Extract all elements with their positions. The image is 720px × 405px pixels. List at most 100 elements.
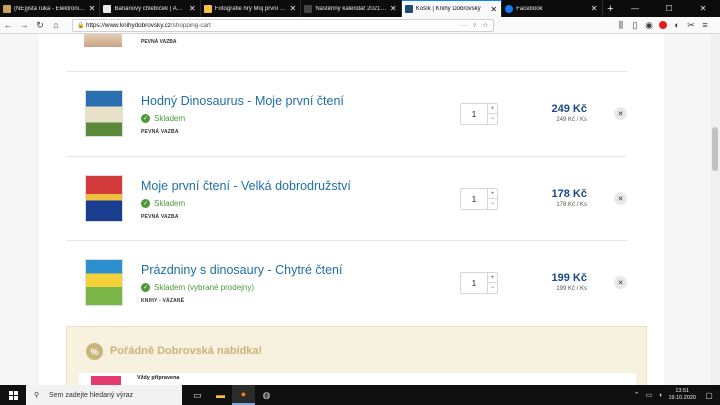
product-cover[interactable] (85, 259, 123, 306)
search-icon: ⚲ (34, 392, 40, 399)
product-name-link[interactable]: Moje první čtení - Velká dobrodružství (141, 179, 351, 193)
hamburger-menu-icon[interactable]: ≡ (698, 17, 712, 34)
network-icon[interactable]: ▭ (646, 391, 653, 399)
quantity-stepper: 1 + − (460, 103, 498, 125)
offer-product-title[interactable]: Vždy připravena (137, 375, 180, 381)
quantity-input[interactable]: 1 (461, 104, 487, 124)
close-window-icon[interactable]: ✕ (686, 0, 720, 17)
unit-price: 178 Kč / Ks (556, 202, 587, 208)
task-view-icon[interactable]: ▭ (186, 385, 209, 405)
taskbar-clock[interactable]: 13:51 19.10.2020 (668, 388, 696, 402)
tab-favicon-icon (203, 4, 212, 13)
maximize-icon[interactable]: ☐ (652, 0, 686, 17)
volume-icon[interactable]: ◖ (658, 392, 662, 399)
account-icon[interactable]: ◉ (642, 17, 656, 34)
product-cover-partial[interactable] (84, 34, 122, 47)
windows-taskbar: ⚲ Sem zadejte hledaný výraz ▭ ▬ ● ◍ ⌃ ▭ … (0, 385, 720, 405)
tab-close-icon[interactable]: ✕ (188, 4, 197, 13)
tab-title: Fotografie hry Můj první Oveč (214, 5, 287, 12)
increment-button[interactable]: + (487, 273, 497, 283)
browser-tab[interactable]: Nástěnný kalendář 2021 - Chao ✕ (301, 0, 402, 17)
browser-tab[interactable]: (NE)jistá ruka - Elektronická ko ✕ (0, 0, 101, 17)
tab-title: Nástěnný kalendář 2021 - Chao (315, 5, 386, 12)
scrollbar-thumb[interactable] (712, 127, 718, 171)
screenshot-icon[interactable]: ✂ (684, 17, 698, 34)
decrement-button[interactable]: − (487, 283, 497, 293)
tab-close-icon[interactable]: ✕ (288, 4, 297, 13)
quantity-input[interactable]: 1 (461, 273, 487, 293)
tab-close-icon[interactable]: ✕ (590, 4, 599, 13)
address-bar[interactable]: 🔒 https://www.knihydobrovsky.cz /shoppin… (72, 18, 494, 32)
taskbar-search-box[interactable]: ⚲ Sem zadejte hledaný výraz (26, 385, 182, 405)
product-name-link[interactable]: Hodný Dinosaurus - Moje první čtení (141, 94, 344, 108)
firefox-icon[interactable]: ● (232, 385, 255, 405)
toolbar-icons: ⫼ ▯ ◉ ◐ ✂ ≡ (614, 17, 720, 34)
url-path: /shopping-cart (170, 21, 211, 29)
quantity-stepper: 1 + − (460, 272, 498, 294)
increment-button[interactable]: + (487, 104, 497, 114)
browser-tab[interactable]: Banánový chlebíček | Apetitoni ✕ (100, 0, 201, 17)
product-cover[interactable] (85, 90, 123, 137)
cart-item: Prázdniny s dinosaury - Chytré čtení ✓ S… (39, 241, 664, 325)
home-icon[interactable]: ⌂ (48, 17, 64, 34)
library-icon[interactable]: ⫼ (614, 17, 628, 34)
stock-status: ✓ Skladem (141, 114, 185, 123)
line-total-price: 178 Kč (551, 188, 587, 200)
remove-item-button[interactable]: ✕ (614, 107, 627, 120)
tab-title: Košík | Knihy Dobrovský (415, 6, 481, 12)
unit-price: 249 Kč / Ks (556, 117, 587, 123)
minimize-icon[interactable]: — (618, 0, 652, 17)
sidebar-icon[interactable]: ▯ (628, 17, 642, 34)
quantity-stepper: 1 + − (460, 188, 498, 210)
page-actions-icon[interactable]: ··· (461, 22, 467, 29)
tab-close-icon[interactable]: ✕ (389, 4, 398, 13)
tab-title: (NE)jistá ruka - Elektronická ko (14, 5, 86, 12)
tray-chevron-icon[interactable]: ⌃ (634, 391, 640, 399)
browser-tab[interactable]: Facebook ✕ (502, 0, 603, 17)
increment-button[interactable]: + (487, 189, 497, 199)
product-name-link[interactable]: Prázdniny s dinosaury - Chytré čtení (141, 263, 342, 277)
tab-favicon-icon (103, 4, 112, 13)
stock-label: Skladem (vybrané prodejny) (154, 283, 255, 292)
file-explorer-icon[interactable]: ▬ (209, 385, 232, 405)
product-binding: PEVNÁ VAZBA (141, 214, 179, 220)
forward-arrow-icon[interactable]: → (16, 17, 32, 34)
notification-icon[interactable]: ▢ (702, 385, 716, 405)
tab-favicon-icon (3, 4, 11, 13)
page-scrollbar[interactable] (710, 34, 720, 385)
bookmark-star-icon[interactable]: ☆ (482, 22, 488, 29)
stock-status: ✓ Skladem (141, 199, 185, 208)
browser-tab-active[interactable]: Košík | Knihy Dobrovský ✕ (401, 0, 503, 17)
remove-item-button[interactable]: ✕ (614, 192, 627, 205)
pocket-icon[interactable]: ▿ (473, 22, 476, 29)
offer-heading: Pořádně Dobrovská nabídka! (110, 345, 263, 357)
clock-time: 13:51 (675, 388, 690, 394)
decrement-button[interactable]: − (487, 199, 497, 209)
remove-item-button[interactable]: ✕ (614, 276, 627, 289)
url-host: https://www.knihydobrovsky.cz (86, 21, 171, 29)
offer-product-cover[interactable] (91, 376, 121, 385)
product-binding: PEVNÁ VAZBA (141, 39, 177, 45)
tab-close-icon[interactable]: ✕ (87, 4, 96, 13)
browser-tab[interactable]: Fotografie hry Můj první Oveč ✕ (201, 0, 302, 17)
check-icon: ✓ (141, 283, 150, 292)
pinterest-icon[interactable] (656, 17, 670, 34)
start-button[interactable] (0, 385, 26, 405)
tab-close-icon[interactable]: ✕ (489, 5, 498, 14)
stock-label: Skladem (154, 199, 186, 208)
unit-price: 199 Kč / Ks (556, 286, 587, 292)
tab-title: Facebook (516, 5, 543, 12)
new-tab-button[interactable]: + (603, 0, 618, 17)
reload-icon[interactable]: ↻ (32, 17, 48, 34)
extension-icon[interactable]: ◐ (670, 17, 684, 34)
cart-page: PEVNÁ VAZBA Hodný Dinosaurus - Moje prvn… (39, 34, 664, 385)
windows-logo-icon (8, 390, 18, 400)
back-arrow-icon[interactable]: ← (0, 17, 16, 34)
offer-product-card[interactable]: Vždy připravena (79, 373, 636, 385)
quantity-input[interactable]: 1 (461, 189, 487, 209)
decrement-button[interactable]: − (487, 114, 497, 124)
tab-favicon-icon (404, 5, 413, 13)
lock-icon: 🔒 (77, 22, 85, 29)
app-icon[interactable]: ◍ (255, 385, 278, 405)
product-cover[interactable] (85, 175, 123, 222)
